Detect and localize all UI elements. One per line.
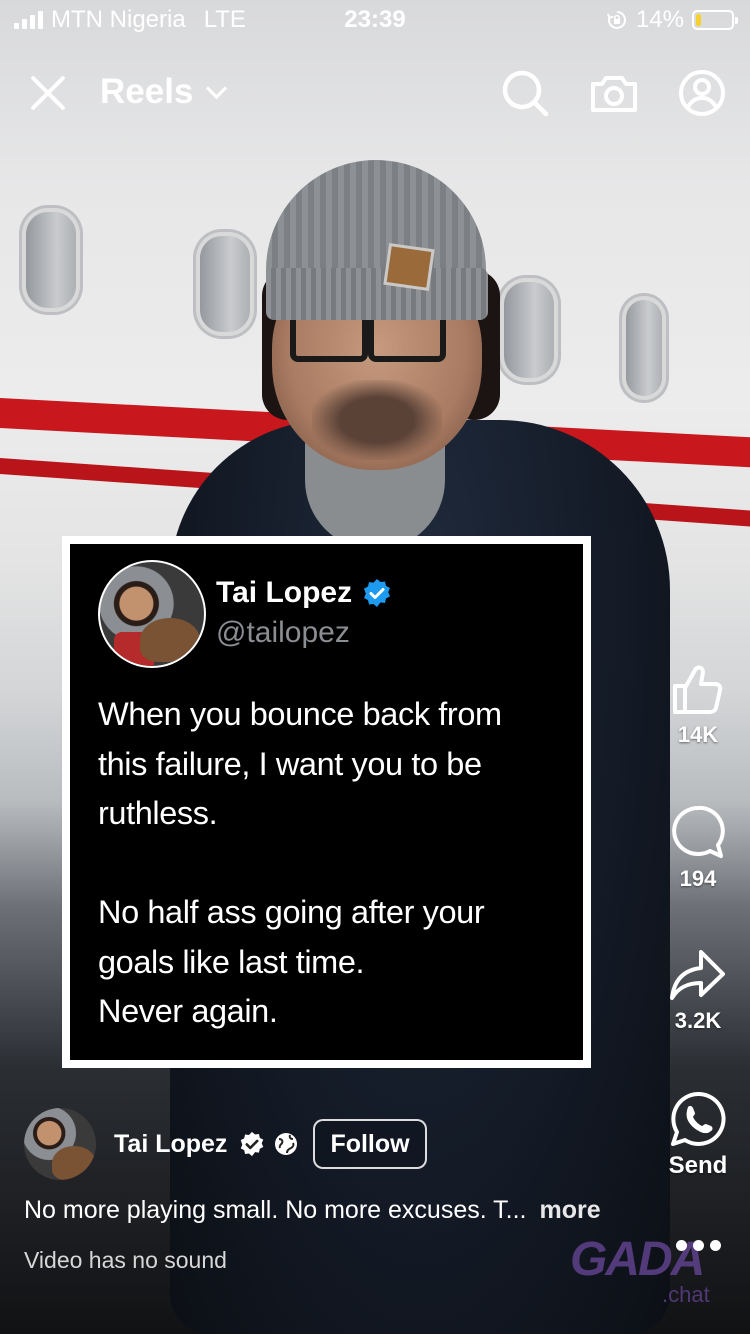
tweet-line: No half ass going after your — [98, 894, 485, 930]
thumbs-up-icon — [673, 665, 723, 714]
more-options-icon[interactable] — [676, 1240, 721, 1251]
tweet-author: Tai Lopez — [216, 576, 392, 610]
battery-icon — [692, 10, 738, 30]
author-name[interactable]: Tai Lopez — [114, 1130, 227, 1159]
airplane-window — [622, 296, 666, 400]
tweet-avatar — [98, 560, 206, 668]
share-arrow-icon — [670, 950, 725, 1000]
comment-count: 194 — [679, 866, 717, 891]
caption-text: No more playing small. No more excuses. … — [24, 1196, 527, 1224]
status-right: 14% — [606, 6, 738, 34]
tweet-line: When you bounce back from — [98, 696, 502, 732]
orientation-lock-icon — [607, 11, 626, 29]
author-row: Tai Lopez Follow — [24, 1108, 427, 1180]
follow-button[interactable]: Follow — [313, 1119, 427, 1169]
profile-icon[interactable] — [677, 68, 727, 118]
tweet-card: Tai Lopez @tailopez When you bounce back… — [62, 536, 591, 1068]
camera-icon[interactable] — [589, 68, 639, 118]
send-button[interactable]: Send — [660, 1090, 736, 1180]
page-title: Reels — [100, 72, 194, 111]
tweet-text: When you bounce back from this failure, … — [98, 690, 559, 1037]
watermark-sub: .chat — [662, 1282, 710, 1307]
search-icon[interactable] — [500, 68, 550, 118]
chevron-down-icon — [206, 77, 228, 99]
tweet-author-name: Tai Lopez — [216, 576, 353, 609]
battery-level — [696, 14, 701, 26]
comment-icon — [672, 805, 725, 858]
battery-percent: 14% — [635, 6, 684, 33]
airplane-window — [196, 232, 254, 336]
caption-more-link[interactable]: more — [539, 1196, 600, 1224]
verified-badge-icon — [241, 1131, 264, 1157]
share-button[interactable]: 3.2K — [660, 946, 736, 1034]
like-button[interactable]: 14K — [660, 660, 736, 748]
tweet-line: this failure, I want you to be — [98, 745, 482, 782]
comment-button[interactable]: 194 — [660, 804, 736, 892]
avatar[interactable] — [24, 1108, 96, 1180]
share-count: 3.2K — [674, 1008, 722, 1033]
verified-badge-icon — [364, 579, 391, 607]
send-label: Send — [668, 1152, 728, 1179]
tweet-line: goals like last time. — [98, 943, 365, 980]
reels-dropdown[interactable]: Reels — [100, 72, 228, 112]
airplane-window — [500, 278, 558, 382]
globe-icon — [275, 1133, 298, 1155]
like-count: 14K — [677, 722, 719, 747]
whatsapp-icon — [671, 1091, 726, 1146]
tweet-line: ruthless. — [98, 795, 218, 831]
airplane-window — [22, 208, 80, 312]
status-bar: MTN Nigeria LTE 23:39 14% — [0, 0, 750, 42]
top-nav: Reels — [0, 62, 750, 126]
tweet-handle: @tailopez — [216, 616, 350, 649]
beanie-tag — [383, 243, 435, 291]
close-icon[interactable] — [28, 72, 68, 112]
caption[interactable]: No more playing small. No more excuses. … — [24, 1196, 601, 1225]
beanie-band — [266, 268, 488, 320]
person-beard — [312, 380, 442, 460]
audio-status: Video has no sound — [24, 1247, 227, 1273]
tweet-line: Never again. — [98, 993, 278, 1029]
author-badges — [239, 1131, 299, 1157]
